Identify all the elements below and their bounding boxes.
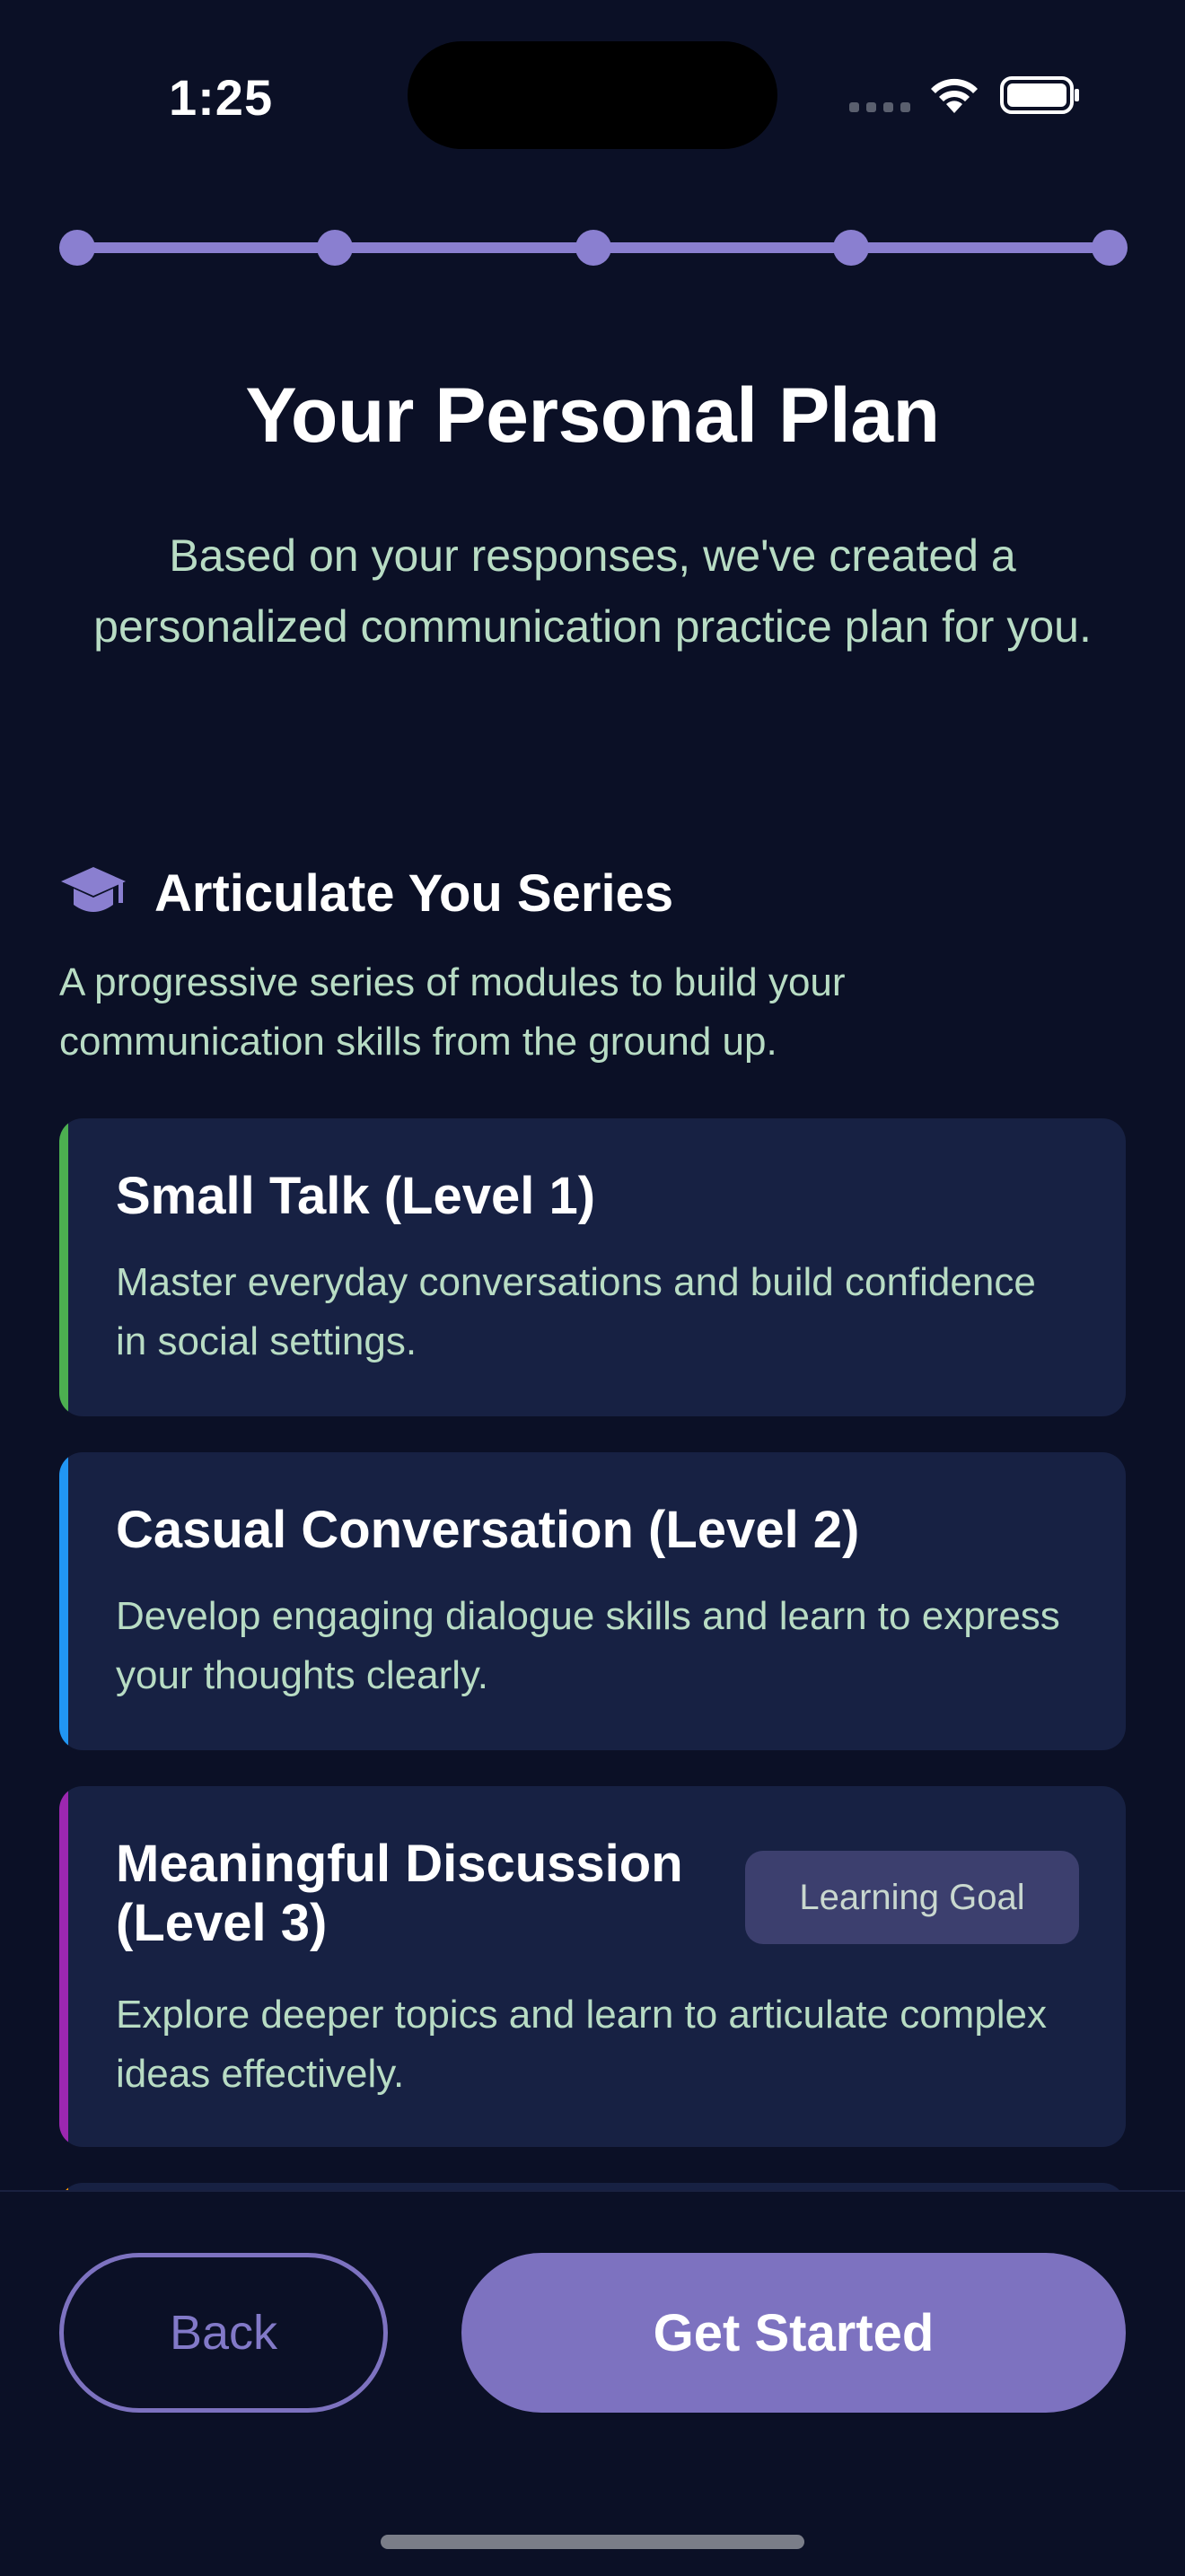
get-started-button[interactable]: Get Started (461, 2253, 1126, 2413)
card-accent-bar (59, 1786, 68, 2147)
module-description: Master everyday conversations and build … (116, 1260, 1036, 1363)
progress-step-dot (575, 230, 611, 266)
module-description: Develop engaging dialogue skills and lea… (116, 1594, 1060, 1697)
cellular-signal-icon (849, 102, 910, 112)
card-accent-bar (59, 1452, 68, 1750)
wifi-icon (931, 78, 978, 113)
back-button[interactable]: Back (59, 2253, 388, 2413)
dynamic-island (408, 41, 777, 149)
module-card-meaningful-discussion[interactable]: Meaningful Discussion (Level 3) Learning… (59, 1786, 1126, 2147)
module-card-casual-conversation[interactable]: Casual Conversation (Level 2) Develop en… (59, 1452, 1126, 1750)
progress-step-dot (833, 230, 869, 266)
series-title: Articulate You Series (154, 864, 674, 923)
series-description: A progressive series of modules to build… (59, 960, 846, 1064)
progress-stepper (59, 230, 1128, 266)
status-bar-time: 1:25 (169, 69, 274, 126)
module-description: Explore deeper topics and learn to artic… (116, 1993, 1048, 2096)
module-title: Meaningful Discussion (Level 3) (116, 1835, 683, 1952)
progress-step-dot (59, 230, 95, 266)
module-title: Small Talk (Level 1) (116, 1167, 596, 1225)
home-indicator (381, 2535, 804, 2549)
progress-step-dot (1092, 230, 1128, 266)
card-accent-bar (59, 1118, 68, 1416)
progress-step-dot (317, 230, 353, 266)
module-card-small-talk[interactable]: Small Talk (Level 1) Master everyday con… (59, 1118, 1126, 1416)
module-title: Casual Conversation (Level 2) (116, 1501, 860, 1559)
battery-icon (1000, 76, 1079, 114)
page-title: Your Personal Plan (245, 372, 940, 459)
page-subtitle: Based on your responses, we've created a… (93, 530, 1092, 652)
learning-goal-badge: Learning Goal (745, 1851, 1079, 1944)
graduation-cap-icon (61, 867, 126, 912)
